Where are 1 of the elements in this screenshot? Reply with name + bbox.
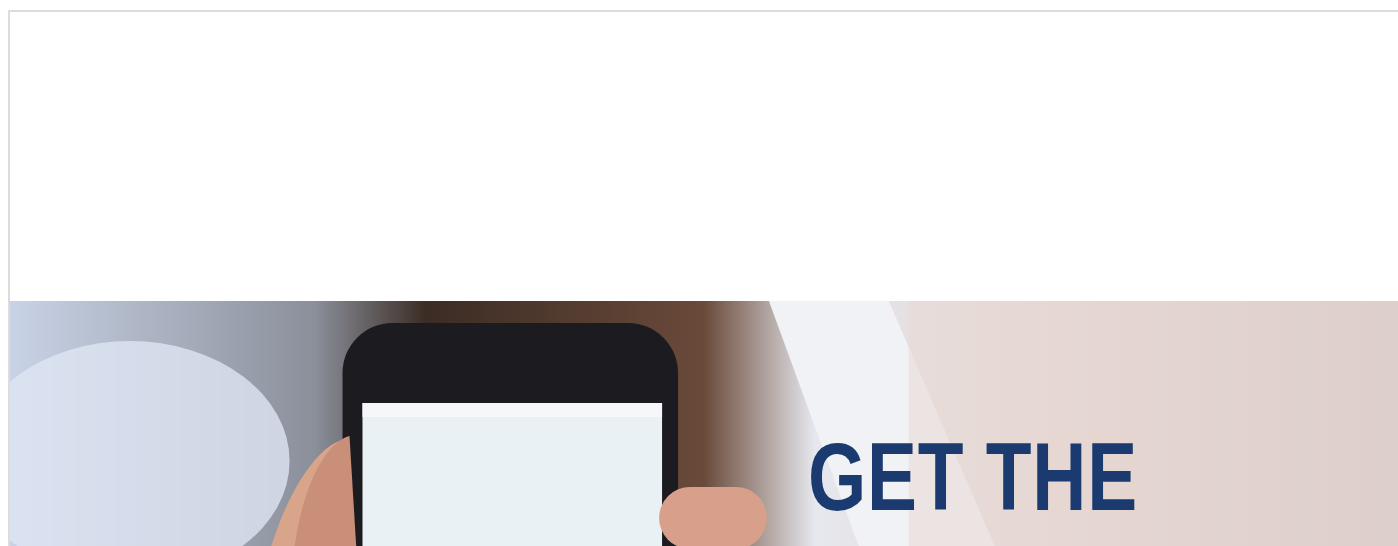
headline: GET THE	[808, 429, 1138, 525]
